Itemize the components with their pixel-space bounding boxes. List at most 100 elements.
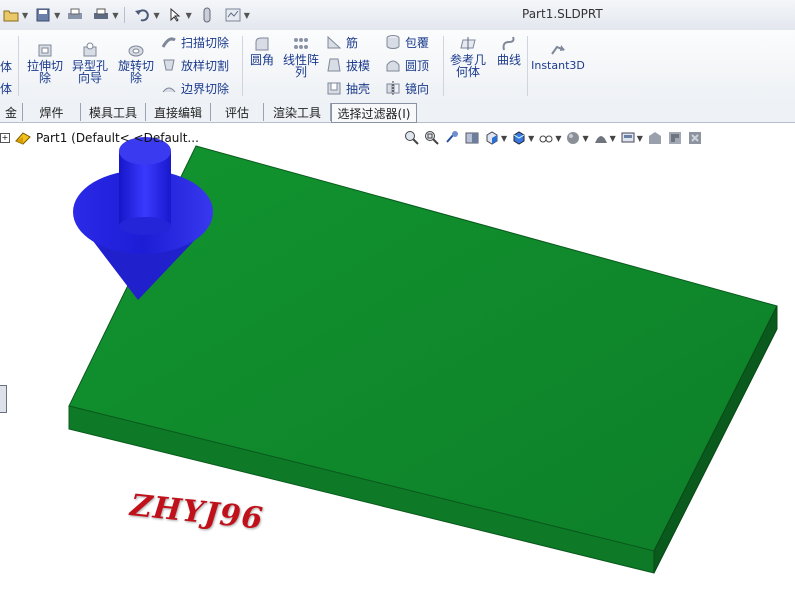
shell-label: 抽壳 [346,81,371,96]
hole-wizard-button[interactable]: 异型孔向导 [70,42,110,84]
part-icon [15,132,31,145]
shell-button[interactable]: 抽壳 [326,78,370,98]
tab-sheet-metal[interactable]: 金 [0,103,23,121]
zoom-to-fit-icon[interactable] [404,130,420,146]
heads-up-view-toolbar: ▼ ▼ ▼ ▼ ▼ ▼ [404,128,703,148]
zoom-area-icon[interactable] [424,130,440,146]
mirror-button[interactable]: 镜向 [385,78,429,98]
ribbon-left-partial-label[interactable]: 体 [0,56,12,76]
chevron-down-icon[interactable]: ▼ [153,11,159,20]
shadows-icon[interactable] [667,130,683,146]
hole-wizard-label: 异型孔向导 [71,59,108,85]
swept-cut-label: 扫描切除 [181,35,230,50]
part-label[interactable]: Part1 (Default< <Default... [36,131,199,145]
chevron-down-icon[interactable]: ▼ [610,134,616,143]
wrap-label: 包覆 [405,35,430,50]
dome-label: 圆顶 [405,58,430,73]
title-bar: ▼ ▼ ▼ ▼ ▼ ▼ Part1.SLDPRT [0,0,795,31]
save-icon[interactable] [32,6,54,24]
ribbon-left-partial-label[interactable]: 体 [0,78,12,98]
rebuild-icon[interactable] [196,6,218,24]
rib-icon [327,35,342,49]
linear-pattern-button[interactable]: 线性阵列 [281,36,321,78]
fillet-button[interactable]: 圆角 [246,36,278,66]
tab-mold-tools[interactable]: 模具工具 [81,103,146,121]
options-icon[interactable] [222,6,244,24]
swept-cut-button[interactable]: 扫描切除 [161,32,229,52]
separator [443,36,444,96]
chevron-down-icon[interactable]: ▼ [186,11,192,20]
tab-evaluate[interactable]: 评估 [211,103,264,121]
graphics-area[interactable]: + Part1 (Default< <Default... ▼ ▼ ▼ ▼ ▼ … [0,123,795,596]
hide-show-items-icon[interactable] [538,130,554,146]
tab-direct-editing[interactable]: 直接编辑 [146,103,211,121]
select-icon[interactable] [164,6,186,24]
extrude-cut-icon [38,44,52,57]
view-settings-icon[interactable] [620,130,636,146]
mirror-label: 镜向 [405,81,430,96]
lofted-cut-icon [163,59,175,71]
tab-selection-filter[interactable]: 选择过滤器(I) [331,103,417,123]
section-view-icon[interactable] [464,130,480,146]
display-style-icon[interactable] [511,130,527,146]
pin-base [119,217,171,235]
open-icon[interactable] [0,6,22,24]
curves-label: 曲线 [496,53,521,67]
model-view[interactable] [0,123,795,596]
separator [124,7,126,23]
tab-weldments[interactable]: 焊件 [23,103,81,121]
extrude-cut-label: 拉伸切除 [26,59,63,85]
draft-icon [327,58,341,72]
boundary-cut-icon [162,87,176,93]
boundary-cut-button[interactable]: 边界切除 [161,78,229,98]
edit-appearance-icon[interactable] [565,130,581,146]
print-icon[interactable] [64,6,86,24]
separator [18,36,19,96]
revolve-cut-button[interactable]: 旋转切除 [116,42,156,84]
rib-button[interactable]: 筋 [326,32,358,52]
chevron-down-icon[interactable]: ▼ [501,134,507,143]
expand-icon[interactable]: + [0,133,10,143]
instant3d-button[interactable]: Instant3D [530,42,586,72]
wrap-button[interactable]: 包覆 [385,32,429,52]
linear-pattern-label: 线性阵列 [282,53,319,79]
fillet-icon [255,37,269,51]
instant3d-icon [551,45,565,55]
chevron-down-icon[interactable]: ▼ [528,134,534,143]
draft-button[interactable]: 拔模 [326,55,370,75]
revolve-cut-label: 旋转切除 [117,59,154,85]
view-orientation-icon[interactable] [484,130,500,146]
panel-resize-handle[interactable] [0,385,7,413]
realview-icon[interactable] [647,130,663,146]
feature-tree-flyout[interactable]: + Part1 (Default< <Default... [0,128,199,148]
chevron-down-icon[interactable]: ▼ [637,134,643,143]
previous-view-icon[interactable] [444,130,460,146]
chevron-down-icon[interactable]: ▼ [582,134,588,143]
separator [527,36,528,96]
ambient-occlusion-icon[interactable] [687,130,703,146]
command-manager-tabs: 金 焊件 模具工具 直接编辑 评估 渲染工具 选择过滤器(I) [0,102,795,123]
mirror-icon [386,81,400,95]
dome-button[interactable]: 圆顶 [385,55,429,75]
apply-scene-icon[interactable] [593,130,609,146]
curves-button[interactable]: 曲线 [494,36,524,66]
rib-label: 筋 [346,35,359,50]
swept-cut-icon [161,37,176,48]
curves-icon [502,36,515,51]
print-icon[interactable] [90,6,112,24]
tab-render-tools[interactable]: 渲染工具 [264,103,331,121]
reference-geometry-button[interactable]: 参考几何体 [448,36,488,78]
draft-label: 拔模 [346,58,371,73]
lofted-cut-button[interactable]: 放样切割 [161,55,229,75]
chevron-down-icon[interactable]: ▼ [244,11,250,20]
boundary-cut-label: 边界切除 [181,81,230,96]
chevron-down-icon[interactable]: ▼ [22,11,28,20]
undo-icon[interactable] [131,6,153,24]
chevron-down-icon[interactable]: ▼ [112,11,118,20]
chevron-down-icon[interactable]: ▼ [54,11,60,20]
dome-icon [386,60,400,72]
lofted-cut-label: 放样切割 [181,58,230,73]
window-title: Part1.SLDPRT [522,7,603,21]
extrude-cut-button[interactable]: 拉伸切除 [25,42,65,84]
chevron-down-icon[interactable]: ▼ [555,134,561,143]
